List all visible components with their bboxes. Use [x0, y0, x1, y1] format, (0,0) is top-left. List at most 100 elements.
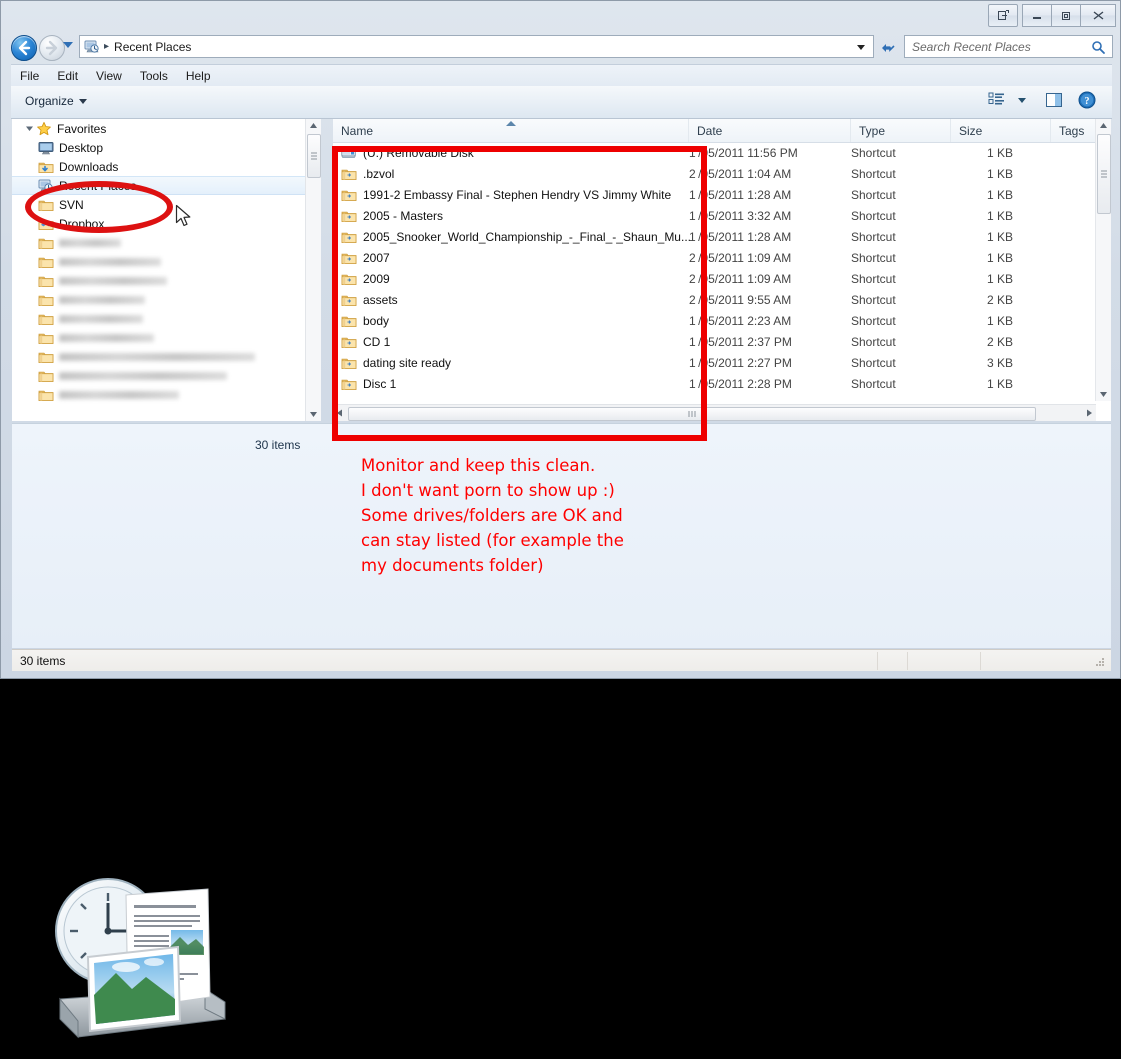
- sidebar-item-hidden-10[interactable]: [12, 309, 320, 328]
- view-options-button[interactable]: [987, 91, 1007, 112]
- search-icon[interactable]: [1091, 40, 1106, 58]
- sidebar-item-label-redacted: [59, 371, 227, 380]
- scroll-down-arrow-icon: [1100, 392, 1107, 397]
- table-row[interactable]: (U:) Removable Disk 1 /05/2011 11:56 PM Sh…: [333, 142, 1096, 163]
- file-type-cell: Shortcut: [851, 250, 896, 265]
- menu-item-edit[interactable]: Edit: [48, 67, 87, 85]
- resize-grip-icon[interactable]: [1094, 656, 1106, 668]
- preview-pane-button[interactable]: [1044, 91, 1064, 112]
- title-bar: [1, 1, 1121, 31]
- table-row[interactable]: 1991-2 Embassy Final - Stephen Hendry VS…: [333, 184, 1096, 205]
- file-name-cell[interactable]: 2005_Snooker_World_Championship_-_Final_…: [341, 229, 691, 245]
- sidebar-item-downloads[interactable]: Downloads: [12, 157, 320, 176]
- file-name-cell[interactable]: (U:) Removable Disk: [341, 145, 474, 161]
- refresh-button[interactable]: [875, 35, 901, 58]
- table-row[interactable]: 2005_Snooker_World_Championship_-_Final_…: [333, 226, 1096, 247]
- history-dropdown-icon[interactable]: [63, 42, 73, 48]
- table-row[interactable]: .bzvol 2 /05/2011 1:04 AM Shortcut 1 KB: [333, 163, 1096, 184]
- recent-places-large-icon: [55, 878, 226, 1039]
- file-name-cell[interactable]: 2005 - Masters: [341, 208, 443, 224]
- column-header-type[interactable]: Type: [851, 119, 951, 142]
- file-name-cell[interactable]: assets: [341, 292, 398, 308]
- minimize-button[interactable]: [1022, 4, 1052, 27]
- column-header-size[interactable]: Size: [951, 119, 1051, 142]
- recent-places-icon: [38, 178, 54, 194]
- menu-item-file[interactable]: File: [11, 67, 48, 85]
- file-date-cell: 1 /05/2011 2:23 AM: [689, 313, 792, 328]
- sidebar-item-hidden-9[interactable]: [12, 290, 320, 309]
- close-button[interactable]: [1080, 4, 1116, 27]
- file-date-cell: 1 /05/2011 2:28 PM: [689, 376, 792, 391]
- column-header-tags[interactable]: Tags: [1051, 119, 1096, 142]
- file-list-pane[interactable]: Name Date Type Size Tags (U:) Removable …: [333, 119, 1111, 421]
- sidebar-item-recent-places[interactable]: Recent Places: [12, 176, 320, 195]
- file-name-cell[interactable]: dating site ready: [341, 355, 451, 371]
- file-name-cell[interactable]: 1991-2 Embassy Final - Stephen Hendry VS…: [341, 187, 671, 203]
- help-button[interactable]: [988, 4, 1018, 27]
- column-header-row: Name Date Type Size Tags: [333, 119, 1111, 143]
- menu-bar: File Edit View Tools Help: [11, 64, 1112, 87]
- chevron-down-icon[interactable]: [1018, 98, 1026, 103]
- table-row[interactable]: body 1 /05/2011 2:23 AM Shortcut 1 KB: [333, 310, 1096, 331]
- menu-item-view[interactable]: View: [87, 67, 131, 85]
- sidebar-item-svn[interactable]: SVN: [12, 195, 320, 214]
- navigation-scrollbar[interactable]: [305, 119, 321, 421]
- help-button-toolbar[interactable]: ?: [1078, 91, 1096, 112]
- organize-button[interactable]: Organize: [25, 94, 87, 108]
- sidebar-item-hidden-12[interactable]: [12, 347, 320, 366]
- column-header-date[interactable]: Date: [689, 119, 851, 142]
- search-box[interactable]: Search Recent Places: [904, 35, 1113, 58]
- maximize-button[interactable]: [1051, 4, 1081, 27]
- help-window-icon: [997, 10, 1009, 20]
- forward-button[interactable]: [39, 35, 65, 61]
- table-row[interactable]: dating site ready 1 /05/2011 2:27 PM Short…: [333, 352, 1096, 373]
- close-icon: [1093, 11, 1103, 20]
- sidebar-item-hidden-11[interactable]: [12, 328, 320, 347]
- sidebar-item-hidden-7[interactable]: [12, 252, 320, 271]
- file-name-cell[interactable]: Disc 1: [341, 376, 396, 392]
- table-row[interactable]: 2005 - Masters 1 /05/2011 3:32 AM Shortcut…: [333, 205, 1096, 226]
- breadcrumb-path[interactable]: Recent Places: [114, 40, 191, 54]
- sidebar-item-desktop[interactable]: Desktop: [12, 138, 320, 157]
- file-name-cell[interactable]: body: [341, 313, 389, 329]
- sidebar-item-hidden-14[interactable]: [12, 385, 320, 404]
- mouse-cursor-icon: [175, 204, 191, 227]
- file-name-label: assets: [363, 292, 398, 307]
- search-input[interactable]: Search Recent Places: [912, 40, 1031, 54]
- window-controls: [988, 4, 1116, 27]
- file-date-cell: 1 /05/2011 2:37 PM: [689, 334, 792, 349]
- file-list-scroll-thumb[interactable]: [1097, 134, 1111, 214]
- menu-item-help[interactable]: Help: [177, 67, 220, 85]
- file-name-cell[interactable]: .bzvol: [341, 166, 394, 182]
- file-name-cell[interactable]: CD 1: [341, 334, 390, 350]
- table-row[interactable]: 2009 2 /05/2011 1:09 AM Shortcut 1 KB: [333, 268, 1096, 289]
- downloads-folder-icon: [38, 159, 54, 175]
- file-name-cell[interactable]: 2007: [341, 250, 390, 266]
- file-rows[interactable]: (U:) Removable Disk 1 /05/2011 11:56 PM Sh…: [333, 142, 1096, 400]
- file-list-vertical-scrollbar[interactable]: [1095, 119, 1111, 401]
- sidebar-item-hidden-8[interactable]: [12, 271, 320, 290]
- back-button[interactable]: [11, 35, 37, 61]
- folder-icon: [38, 330, 54, 346]
- file-date-cell: 1 /05/2011 2:27 PM: [689, 355, 792, 370]
- navigation-pane[interactable]: Favorites Desktop Downloads Recent Places SV…: [12, 119, 320, 421]
- folder-shortcut-icon: [341, 229, 357, 245]
- file-name-cell[interactable]: 2009: [341, 271, 390, 287]
- table-row[interactable]: assets 2 /05/2011 9:55 AM Shortcut 2 KB: [333, 289, 1096, 310]
- table-row[interactable]: 2007 2 /05/2011 1:09 AM Shortcut 1 KB: [333, 247, 1096, 268]
- expand-collapse-icon[interactable]: [24, 123, 35, 134]
- file-size-cell: 1 KB: [986, 250, 1013, 265]
- file-list-horizontal-scrollbar[interactable]: [333, 404, 1096, 421]
- menu-item-tools[interactable]: Tools: [131, 67, 177, 85]
- file-date-cell: 2 /05/2011 1:09 AM: [689, 250, 792, 265]
- sidebar-item-dropbox[interactable]: Dropbox: [12, 214, 320, 233]
- table-row[interactable]: CD 1 1 /05/2011 2:37 PM Shortcut 2 KB: [333, 331, 1096, 352]
- horizontal-scroll-thumb[interactable]: [348, 407, 1036, 421]
- address-dropdown-icon[interactable]: [857, 45, 865, 50]
- sidebar-item-favorites[interactable]: Favorites: [12, 119, 320, 138]
- address-bar[interactable]: ▸ Recent Places: [79, 35, 874, 58]
- sidebar-item-hidden-6[interactable]: [12, 233, 320, 252]
- sidebar-item-hidden-13[interactable]: [12, 366, 320, 385]
- navigation-scroll-thumb[interactable]: [307, 134, 321, 178]
- table-row[interactable]: Disc 1 1 /05/2011 2:28 PM Shortcut 1 KB: [333, 373, 1096, 394]
